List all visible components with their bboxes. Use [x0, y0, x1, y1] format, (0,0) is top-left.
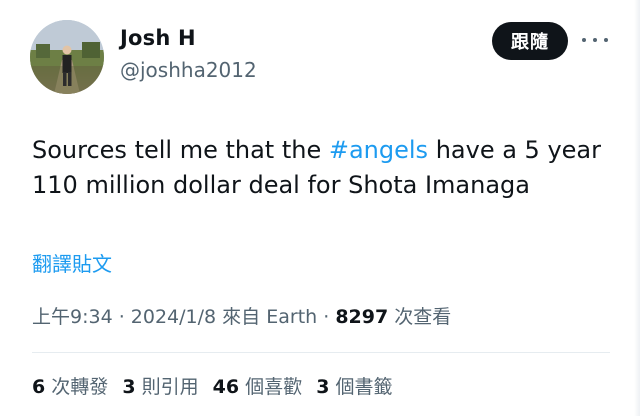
post-date[interactable]: 2024/1/8 [131, 306, 216, 328]
quotes-label: 則引用 [135, 376, 199, 398]
hashtag-link[interactable]: #angels [329, 136, 428, 164]
follow-button[interactable]: 跟隨 [492, 22, 568, 60]
avatar[interactable] [30, 20, 104, 94]
tweet-text-line2: 110 million dollar deal for Shota Imanag… [32, 171, 530, 199]
meta-separator: · [317, 306, 336, 328]
bookmarks-count: 3 [316, 376, 330, 398]
tweet-text: Sources tell me that the #angels have a … [32, 133, 612, 203]
divider [32, 352, 610, 353]
likes-stat[interactable]: 46 個喜歡 [213, 372, 303, 399]
quotes-stat[interactable]: 3 則引用 [122, 372, 198, 399]
tweet-text-part2: have a 5 year [428, 136, 601, 164]
scroll-edge [634, 0, 640, 416]
bookmarks-label: 個書籤 [329, 376, 393, 398]
views-label: 次查看 [388, 306, 452, 328]
avatar-photo [30, 20, 104, 94]
dot [593, 38, 597, 42]
tweet-meta: 上午9:34 · 2024/1/8 來自 Earth · 8297 次查看 [32, 302, 451, 329]
display-name[interactable]: Josh H [120, 26, 196, 50]
retweets-label: 次轉發 [45, 376, 109, 398]
user-handle[interactable]: @joshha2012 [120, 58, 257, 82]
meta-separator: · [112, 306, 131, 328]
post-source: Earth [266, 306, 318, 328]
engagement-stats: 6 次轉發 3 則引用 46 個喜歡 3 個書籤 [32, 372, 400, 399]
post-time[interactable]: 上午9:34 [32, 306, 113, 328]
retweets-count: 6 [32, 376, 46, 398]
bookmarks-stat[interactable]: 3 個書籤 [316, 372, 392, 399]
dot [604, 38, 608, 42]
more-icon[interactable] [582, 32, 608, 48]
tweet-text-part1: Sources tell me that the [32, 136, 329, 164]
views-count: 8297 [335, 306, 389, 328]
source-prefix: 來自 [216, 306, 267, 328]
likes-count: 46 [212, 376, 240, 398]
dot [582, 38, 586, 42]
quotes-count: 3 [122, 376, 136, 398]
translate-post-link[interactable]: 翻譯貼文 [32, 248, 112, 277]
retweets-stat[interactable]: 6 次轉發 [32, 372, 108, 399]
likes-label: 個喜歡 [239, 376, 303, 398]
